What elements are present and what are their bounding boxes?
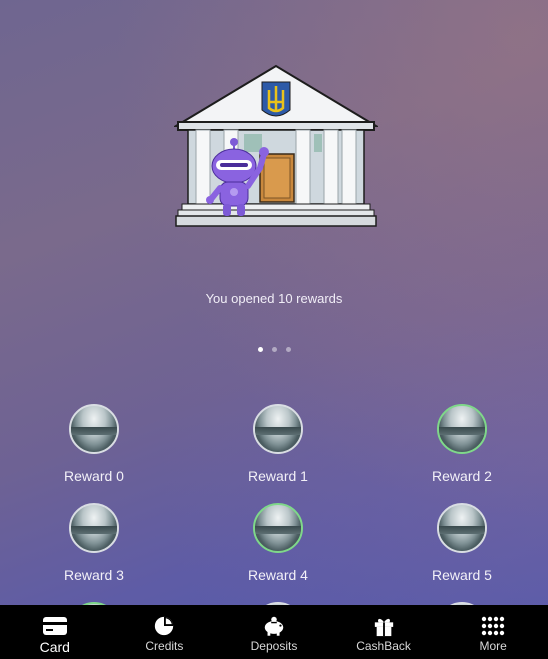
reward-label: Reward 4 xyxy=(248,567,308,583)
nav-item-card[interactable]: Card xyxy=(0,605,110,659)
reward-tile[interactable]: Reward 1 xyxy=(218,404,338,484)
carousel-dot-1[interactable] xyxy=(257,347,263,352)
nav-label: Credits xyxy=(145,639,184,653)
bottom-navigation-bar: Card Credits Deposits CashBack More xyxy=(0,605,548,659)
rewards-opened-caption: You opened 10 rewards xyxy=(205,291,343,306)
grid-dots-icon xyxy=(480,614,506,638)
reward-label: Reward 2 xyxy=(432,468,492,484)
reward-tile[interactable]: Reward 4 xyxy=(218,503,338,583)
nav-label: CashBack xyxy=(356,639,411,653)
piggy-bank-icon xyxy=(261,614,287,638)
reward-tile[interactable]: Reward 3 xyxy=(34,503,154,583)
carousel-dot-2[interactable] xyxy=(271,347,277,352)
nav-label: Card xyxy=(39,639,70,655)
reward-thumbnail xyxy=(437,404,487,454)
nav-item-more[interactable]: More xyxy=(438,605,548,659)
nav-item-cashback[interactable]: CashBack xyxy=(329,605,439,659)
carousel-page-indicator[interactable] xyxy=(0,347,548,352)
coat-of-arms-icon xyxy=(261,81,291,117)
nav-item-deposits[interactable]: Deposits xyxy=(219,605,329,659)
pie-chart-icon xyxy=(151,614,177,638)
carousel-dot-3[interactable] xyxy=(285,347,291,352)
reward-thumbnail xyxy=(253,404,303,454)
bank-building-illustration xyxy=(174,64,378,227)
reward-thumbnail xyxy=(69,404,119,454)
reward-thumbnail xyxy=(437,503,487,553)
gift-icon xyxy=(371,614,397,638)
reward-label: Reward 3 xyxy=(64,567,124,583)
nav-item-credits[interactable]: Credits xyxy=(110,605,220,659)
reward-tile[interactable]: Reward 0 xyxy=(34,404,154,484)
reward-label: Reward 5 xyxy=(432,567,492,583)
reward-thumbnail xyxy=(253,503,303,553)
reward-tile[interactable]: Reward 2 xyxy=(402,404,522,484)
reward-label: Reward 0 xyxy=(64,468,124,484)
reward-thumbnail xyxy=(69,503,119,553)
reward-tile[interactable]: Reward 5 xyxy=(402,503,522,583)
reward-label: Reward 1 xyxy=(248,468,308,484)
nav-label: Deposits xyxy=(250,639,298,653)
credit-card-icon xyxy=(42,614,68,638)
nav-label: More xyxy=(479,639,507,653)
